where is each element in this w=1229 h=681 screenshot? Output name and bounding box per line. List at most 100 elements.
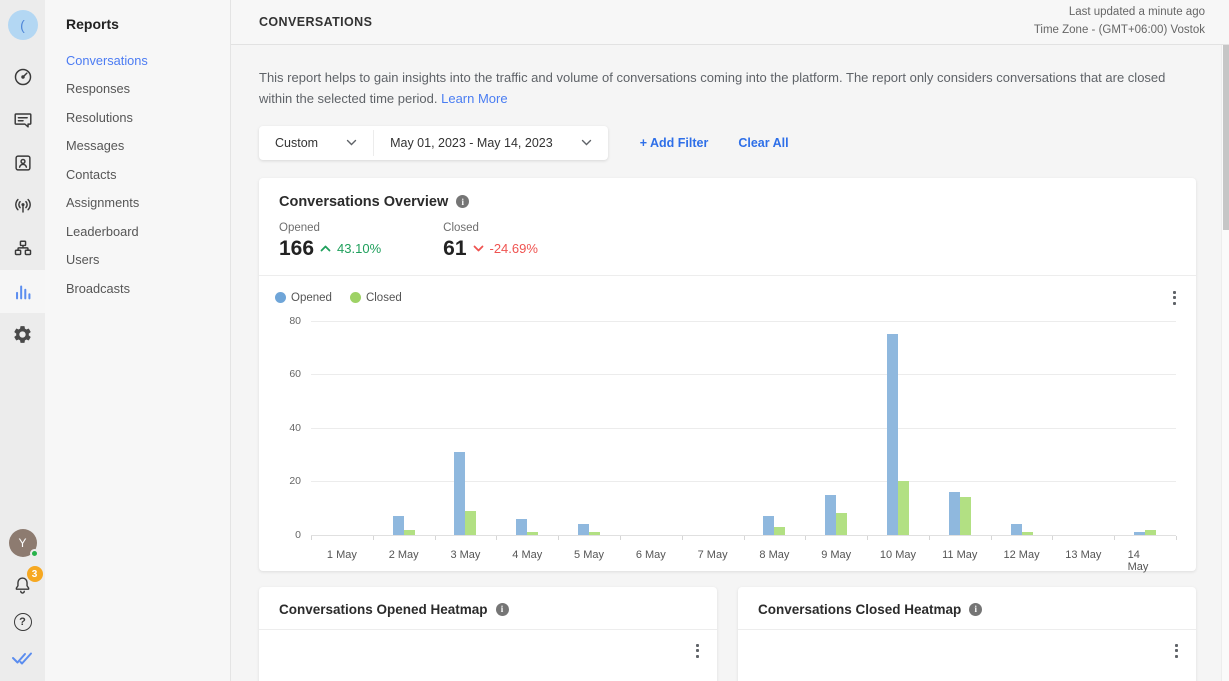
sidebar-item-broadcasts[interactable]: Broadcasts — [66, 274, 230, 303]
sidebar-item-users[interactable]: Users — [66, 246, 230, 275]
bar-closed[interactable] — [836, 513, 847, 534]
inbox-chat-icon[interactable] — [0, 98, 45, 141]
stat-closed-value: 61 — [443, 237, 466, 261]
x-tick-label: 4 May — [512, 549, 542, 561]
bar-opened[interactable] — [516, 519, 527, 535]
info-icon[interactable]: i — [456, 195, 469, 208]
reports-bars-icon[interactable] — [0, 270, 45, 313]
y-tick-label: 0 — [273, 529, 301, 541]
range-type-dropdown[interactable]: Custom — [259, 126, 373, 160]
axis-tick — [435, 536, 436, 540]
date-range-dropdown[interactable]: May 01, 2023 - May 14, 2023 — [374, 126, 608, 160]
contacts-card-icon[interactable] — [0, 141, 45, 184]
legend-dot-opened — [275, 292, 286, 303]
axis-tick — [373, 536, 374, 540]
x-tick-label: 8 May — [759, 549, 789, 561]
bar-opened[interactable] — [887, 334, 898, 535]
heatmap-menu-kebab-icon[interactable] — [1169, 640, 1184, 662]
x-tick-label: 11 May — [942, 549, 977, 561]
chart-legend: Opened Closed — [259, 276, 1196, 309]
legend-item-closed[interactable]: Closed — [350, 292, 402, 304]
stat-closed: Closed 61 -24.69% — [443, 222, 538, 261]
bar-opened[interactable] — [949, 492, 960, 535]
y-tick-label: 60 — [273, 368, 301, 380]
scrollbar-thumb[interactable] — [1223, 45, 1229, 230]
heatmap-opened-header: Conversations Opened Heatmap i — [259, 587, 717, 630]
vertical-scrollbar[interactable] — [1221, 45, 1229, 681]
bar-closed[interactable] — [898, 481, 909, 535]
sidebar-item-conversations[interactable]: Conversations — [66, 46, 230, 75]
x-tick-label: 6 May — [636, 549, 666, 561]
report-description-text: This report helps to gain insights into … — [259, 70, 1165, 106]
axis-tick — [496, 536, 497, 540]
axis-tick — [558, 536, 559, 540]
rail-bottom: Y 3 ? — [9, 529, 37, 681]
grid-line — [311, 428, 1176, 429]
stat-opened-delta: 43.10% — [337, 241, 381, 256]
automation-flow-icon[interactable] — [0, 227, 45, 270]
axis-tick — [620, 536, 621, 540]
heatmap-menu-kebab-icon[interactable] — [690, 640, 705, 662]
bar-closed[interactable] — [1022, 532, 1033, 535]
bar-opened[interactable] — [393, 516, 404, 535]
bar-opened[interactable] — [454, 452, 465, 535]
stat-closed-delta: -24.69% — [490, 241, 538, 256]
heatmap-opened-title: Conversations Opened Heatmap — [279, 602, 488, 617]
x-tick-label: 5 May — [574, 549, 604, 561]
icon-rail: ( Y 3 ? — [0, 0, 45, 681]
sidebar-item-leaderboard[interactable]: Leaderboard — [66, 217, 230, 246]
double-check-icon[interactable] — [11, 647, 35, 672]
bar-closed[interactable] — [589, 532, 600, 535]
main-area: CONVERSATIONS Last updated a minute ago … — [231, 0, 1229, 681]
sidebar-item-messages[interactable]: Messages — [66, 132, 230, 161]
reports-sidebar: Reports Conversations Responses Resoluti… — [45, 0, 231, 681]
overview-chart-plot: 0204060801 May2 May3 May4 May5 May6 May7… — [273, 309, 1180, 571]
settings-gear-icon[interactable] — [0, 313, 45, 356]
y-tick-label: 80 — [273, 315, 301, 327]
info-icon[interactable]: i — [496, 603, 509, 616]
x-tick-label: 2 May — [389, 549, 419, 561]
info-icon[interactable]: i — [969, 603, 982, 616]
filter-box: Custom May 01, 2023 - May 14, 2023 — [259, 126, 608, 160]
conversations-closed-heatmap-card: Conversations Closed Heatmap i — [738, 587, 1196, 681]
bar-opened[interactable] — [1011, 524, 1022, 535]
bar-opened[interactable] — [825, 495, 836, 535]
axis-tick — [744, 536, 745, 540]
notifications-bell-icon[interactable]: 3 — [11, 573, 35, 597]
date-range-value: May 01, 2023 - May 14, 2023 — [390, 136, 553, 150]
learn-more-link[interactable]: Learn More — [441, 91, 507, 106]
content: This report helps to gain insights into … — [231, 45, 1229, 681]
bar-opened[interactable] — [1134, 532, 1145, 535]
clear-all-button[interactable]: Clear All — [738, 136, 788, 150]
axis-tick — [1052, 536, 1053, 540]
bar-closed[interactable] — [465, 511, 476, 535]
bar-opened[interactable] — [763, 516, 774, 535]
bar-closed[interactable] — [1145, 530, 1156, 535]
bar-closed[interactable] — [527, 532, 538, 535]
chart-menu-kebab-icon[interactable] — [1167, 287, 1182, 309]
chevron-down-icon — [346, 139, 357, 146]
sidebar-item-contacts[interactable]: Contacts — [66, 160, 230, 189]
axis-tick — [929, 536, 930, 540]
legend-item-opened[interactable]: Opened — [275, 292, 332, 304]
online-status-dot — [30, 549, 39, 558]
add-filter-button[interactable]: + Add Filter — [640, 136, 709, 150]
workspace-avatar[interactable]: ( — [8, 10, 38, 40]
broadcast-antenna-icon[interactable] — [0, 184, 45, 227]
bar-opened[interactable] — [578, 524, 589, 535]
bar-closed[interactable] — [960, 497, 971, 534]
overview-header: Conversations Overview i — [259, 178, 1196, 210]
heatmap-row: Conversations Opened Heatmap i Conversat… — [259, 587, 1196, 681]
bar-closed[interactable] — [774, 527, 785, 535]
axis-tick — [1114, 536, 1115, 540]
help-icon[interactable]: ? — [14, 613, 32, 631]
sidebar-item-assignments[interactable]: Assignments — [66, 189, 230, 218]
user-avatar[interactable]: Y — [9, 529, 37, 557]
dashboard-gauge-icon[interactable] — [0, 55, 45, 98]
sidebar-title: Reports — [66, 16, 230, 32]
bar-closed[interactable] — [404, 530, 415, 535]
sidebar-item-responses[interactable]: Responses — [66, 75, 230, 104]
sidebar-item-resolutions[interactable]: Resolutions — [66, 103, 230, 132]
axis-tick — [311, 536, 312, 540]
heatmap-closed-title: Conversations Closed Heatmap — [758, 602, 961, 617]
